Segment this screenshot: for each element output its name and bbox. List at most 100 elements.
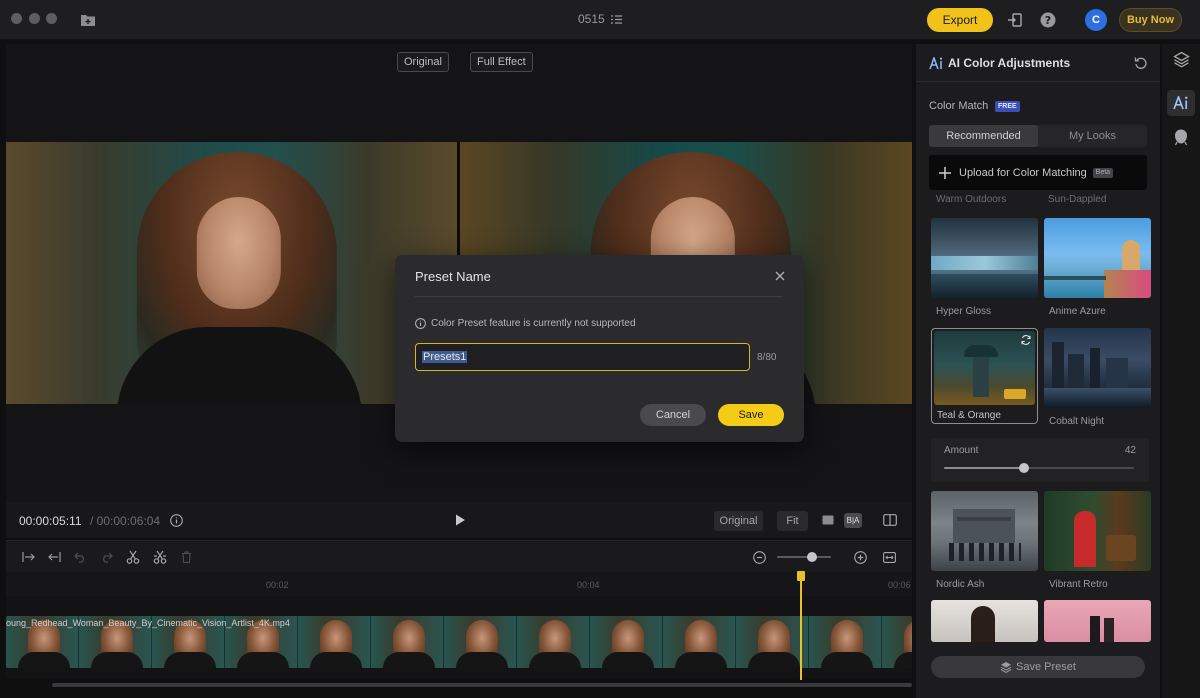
char-count: 8/80 xyxy=(757,352,777,363)
timeline-ruler[interactable]: 00:02 00:04 00:06 xyxy=(6,572,912,596)
ruler-label: 00:02 xyxy=(266,580,289,590)
zoom-out-icon[interactable] xyxy=(752,550,766,564)
dialog-divider xyxy=(415,296,783,297)
save-button[interactable]: Save xyxy=(718,404,784,426)
ruler-label: 00:06 xyxy=(888,580,911,590)
preset-label: Vibrant Retro xyxy=(1049,579,1108,590)
zoom-in-icon[interactable] xyxy=(853,550,867,564)
save-preset-label: Save Preset xyxy=(1016,661,1076,673)
preset-thumbnail xyxy=(1044,491,1151,571)
undo-icon[interactable] xyxy=(73,550,87,564)
title-bar: 0515 Export ? C Buy Now xyxy=(0,0,1200,40)
preset-label: Anime Azure xyxy=(1049,306,1106,317)
preset-label: Cobalt Night xyxy=(1049,416,1105,427)
preset-thumbnail xyxy=(1044,328,1151,408)
redo-icon[interactable] xyxy=(99,550,113,564)
color-match-label: Color Match xyxy=(929,100,989,112)
panel-title: AI Color Adjustments xyxy=(948,56,1071,70)
current-time: 00:00:05:11 xyxy=(19,514,82,528)
preset-name-input[interactable]: Presets1 xyxy=(415,343,750,371)
tab-my-looks[interactable]: My Looks xyxy=(1038,125,1147,147)
preset-thumbnail xyxy=(931,600,1038,642)
preset-name-dialog: Preset Name Color Preset feature is curr… xyxy=(395,255,804,442)
preset-name-value: Presets1 xyxy=(422,351,468,363)
enter-icon[interactable] xyxy=(1006,11,1024,29)
free-badge-text: FREE xyxy=(998,103,1017,110)
delete-icon[interactable] xyxy=(179,550,193,564)
preset-card[interactable]: Nordic Ash xyxy=(931,491,1038,590)
trim-start-icon[interactable] xyxy=(21,550,35,564)
full-effect-button[interactable]: Full Effect xyxy=(470,52,533,72)
preset-card[interactable]: Cobalt Night xyxy=(1044,328,1151,427)
preset-thumbnail xyxy=(931,218,1038,298)
total-time: / 00:00:06:04 xyxy=(90,514,161,528)
amount-label: Amount xyxy=(944,445,979,456)
cancel-button[interactable]: Cancel xyxy=(640,404,706,426)
video-track: oung_Redhead_Woman_Beauty_By_Cinematic_V… xyxy=(6,596,912,678)
playhead[interactable] xyxy=(800,572,802,680)
help-icon[interactable]: ? xyxy=(1039,11,1057,29)
dialog-title: Preset Name xyxy=(415,269,491,284)
avatar[interactable]: C xyxy=(1085,9,1107,31)
ai-logo-icon xyxy=(928,55,944,71)
single-view-icon[interactable] xyxy=(821,514,835,526)
amount-slider-fill xyxy=(944,467,1024,469)
zoom-slider-handle[interactable] xyxy=(807,552,818,562)
original-view-button[interactable]: Original xyxy=(397,52,449,72)
split-view-icon[interactable] xyxy=(882,513,897,527)
list-icon[interactable] xyxy=(611,13,623,27)
preset-label: Nordic Ash xyxy=(936,579,985,590)
refresh-icon[interactable] xyxy=(1020,334,1032,346)
project-name: 0515 xyxy=(577,12,605,26)
buy-now-button[interactable]: Buy Now xyxy=(1119,8,1182,32)
look-tabs: Recommended My Looks xyxy=(929,125,1147,147)
playhead-handle[interactable] xyxy=(797,571,805,581)
preset-thumbnail xyxy=(1044,218,1151,298)
preset-card-selected[interactable]: Teal & Orange xyxy=(931,328,1038,424)
play-icon[interactable] xyxy=(453,513,467,527)
original-frame xyxy=(6,142,458,404)
original-toggle-button[interactable]: Original xyxy=(714,511,763,531)
amount-control: Amount 42 xyxy=(931,438,1149,482)
preset-label-partial: Sun-Dappled xyxy=(1048,194,1107,205)
split-icon[interactable] xyxy=(125,549,141,565)
preset-card[interactable] xyxy=(931,600,1038,642)
amount-slider[interactable] xyxy=(944,463,1134,473)
info-icon xyxy=(415,318,426,329)
preset-card[interactable]: Vibrant Retro xyxy=(1044,491,1151,590)
close-icon[interactable] xyxy=(773,269,787,283)
ai-icon xyxy=(1173,94,1189,110)
dialog-info: Color Preset feature is currently not su… xyxy=(415,318,636,329)
upload-color-match-button[interactable]: Upload for Color Matching Beta xyxy=(929,155,1147,190)
fit-timeline-icon[interactable] xyxy=(882,550,897,564)
info-icon[interactable] xyxy=(169,513,183,527)
preset-label-partial: Warm Outdoors xyxy=(936,194,1007,205)
fit-button[interactable]: Fit xyxy=(777,511,808,531)
save-preset-button[interactable]: Save Preset xyxy=(931,656,1145,678)
preset-card[interactable]: Anime Azure xyxy=(1044,218,1151,317)
zoom-slider[interactable] xyxy=(777,552,831,562)
preset-card[interactable]: Hyper Gloss xyxy=(931,218,1038,317)
amount-value: 42 xyxy=(1124,445,1136,456)
timeline-scrollbar[interactable] xyxy=(52,683,912,687)
amount-slider-handle[interactable] xyxy=(1018,463,1029,473)
layers-icon[interactable] xyxy=(1171,49,1191,69)
cut-both-icon[interactable] xyxy=(152,549,168,565)
ai-tool-button[interactable] xyxy=(1167,90,1195,116)
tab-recommended[interactable]: Recommended xyxy=(929,125,1038,147)
preset-thumbnail xyxy=(931,491,1038,571)
ruler-label: 00:04 xyxy=(577,580,600,590)
face-icon[interactable] xyxy=(1171,127,1191,147)
reset-icon[interactable] xyxy=(1133,55,1149,71)
preset-label: Teal & Orange xyxy=(937,410,1001,421)
layers-icon xyxy=(1000,661,1012,673)
svg-text:?: ? xyxy=(1045,14,1051,27)
preset-label: Hyper Gloss xyxy=(936,306,992,317)
preset-thumbnail xyxy=(1044,600,1151,642)
plus-icon xyxy=(938,166,952,180)
trim-end-icon[interactable] xyxy=(47,550,61,564)
before-after-toggle[interactable]: B|A xyxy=(844,513,862,528)
export-button[interactable]: Export xyxy=(927,8,993,32)
panel-header: AI Color Adjustments xyxy=(916,44,1160,82)
preset-card[interactable] xyxy=(1044,600,1151,642)
